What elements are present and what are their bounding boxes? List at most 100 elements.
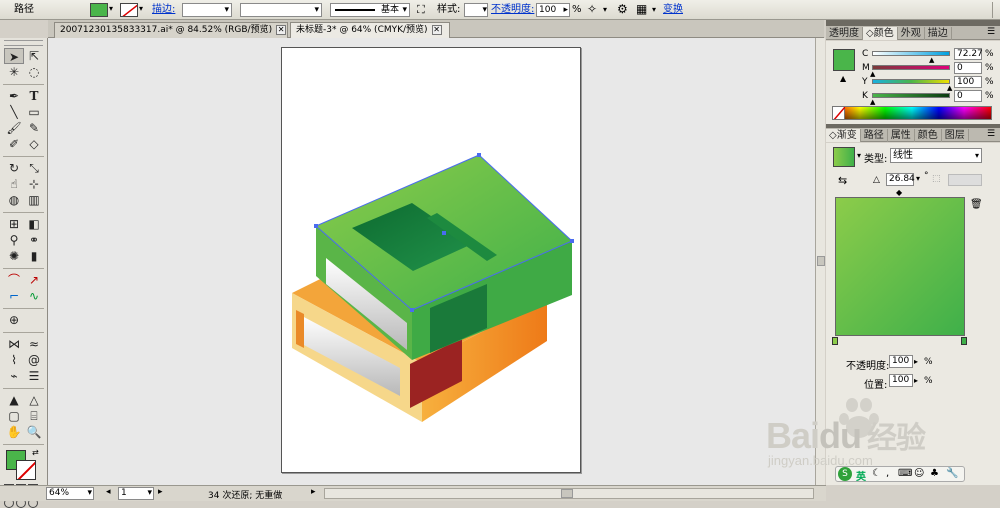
free-transform-icon[interactable]: ⊹ (24, 176, 44, 192)
tab-transparency[interactable]: 透明度 (826, 27, 863, 40)
rectangle-icon[interactable]: ▭ (24, 104, 44, 120)
curve-tool-icon[interactable]: ↗ (24, 272, 44, 288)
fill-swatch[interactable] (90, 3, 108, 17)
zoom-select[interactable]: 64% ▾ (46, 487, 94, 500)
stroke-dropdown-icon[interactable]: ▾ (139, 4, 143, 13)
direct-select-icon[interactable]: ⇱ (24, 48, 44, 64)
stop-location-dropdown-icon[interactable]: ▸ (914, 376, 918, 385)
magenta-slider[interactable]: ▲ (870, 65, 950, 78)
live-paint-icon[interactable]: ▲ (4, 392, 24, 408)
tab-gradient[interactable]: ◇渐变 (826, 129, 861, 142)
line-icon[interactable]: ╲ (4, 104, 24, 120)
none-swatch[interactable] (833, 107, 845, 119)
gradient-stop-start[interactable] (832, 337, 838, 345)
tab-color-2[interactable]: 颜色 (915, 129, 942, 142)
recolor-artwork-icon[interactable]: ✧ (587, 2, 597, 16)
style-select[interactable]: ▾ (464, 3, 488, 17)
warp-icon[interactable]: ☝ (4, 176, 24, 192)
toolbox-grip[interactable] (4, 40, 43, 46)
blob-brush-icon[interactable]: ✐ (4, 136, 24, 152)
rotate-icon[interactable]: ↻ (4, 160, 24, 176)
angle-dropdown-icon[interactable]: ▾ (916, 174, 920, 183)
graph-line-icon[interactable]: ⌁ (4, 368, 24, 384)
swap-colors-icon[interactable]: ⇄ (32, 448, 39, 457)
lasso-icon[interactable]: ◌ (24, 64, 44, 80)
symbol-sprayer-icon[interactable]: ✺ (4, 248, 24, 264)
reverse-gradient-icon[interactable]: ⇆ (838, 174, 847, 187)
align-grid-icon[interactable]: ▦ (636, 2, 647, 16)
scrollbar-thumb[interactable] (817, 256, 825, 266)
scale-icon[interactable]: ⤡ (24, 160, 44, 176)
stop-location-input[interactable]: 100 (889, 374, 913, 387)
align-stroke-icon[interactable]: ⛶ (417, 3, 425, 17)
gradient-dropdown-icon[interactable]: ▾ (857, 151, 861, 160)
ime-logo-icon[interactable]: S (838, 467, 852, 481)
scrollbar-thumb[interactable] (561, 489, 573, 498)
skin-icon[interactable]: ♣ (930, 468, 939, 479)
opacity-label-link[interactable]: 不透明度: (491, 4, 534, 16)
recolor-dropdown-icon[interactable]: ▾ (603, 5, 607, 14)
moon-icon[interactable]: ☾ (872, 468, 881, 479)
stacked-books-artwork[interactable] (282, 48, 582, 474)
wave-icon[interactable]: ≈ (24, 336, 44, 352)
midpoint-diamond-icon[interactable]: ◆ (896, 188, 902, 197)
zoom-icon[interactable]: 🔍 (24, 424, 44, 440)
close-icon[interactable]: ✕ (431, 25, 442, 35)
spiral-icon[interactable]: @ (24, 352, 44, 368)
tab-document-2[interactable]: 未标题-3* @ 64% (CMYK/预览) ✕ (290, 22, 450, 38)
gradient-type-select[interactable]: 线性 ▾ (890, 148, 982, 163)
wrench-icon[interactable]: 🔧 (946, 468, 958, 479)
gradient-stop-end[interactable] (961, 337, 967, 345)
cyan-input[interactable]: 72.27 (954, 48, 983, 60)
yellow-slider[interactable]: ▲ (872, 79, 952, 92)
align-dropdown-icon[interactable]: ▾ (652, 5, 656, 14)
panel-menu-icon[interactable]: ☰ (987, 129, 995, 139)
trash-icon[interactable]: 🗑 (970, 199, 983, 210)
angle-input[interactable]: 26.84 (886, 173, 915, 186)
tab-pathfinder[interactable]: 路径 (861, 129, 888, 142)
ime-language-label[interactable]: 英 (856, 468, 866, 483)
emoji-icon[interactable]: ☺ (914, 468, 924, 479)
eraser-icon[interactable]: ◇ (24, 136, 44, 152)
stroke-label-link[interactable]: 描边: (152, 4, 175, 16)
gradient-icon[interactable]: ◧ (24, 216, 44, 232)
slice-icon[interactable]: ⌸ (24, 408, 44, 424)
horizontal-scrollbar[interactable] (324, 488, 814, 499)
type-icon[interactable]: T (24, 88, 44, 104)
tab-attributes[interactable]: 属性 (888, 129, 915, 142)
stroke-swatch[interactable] (120, 3, 138, 17)
fill-dropdown-icon[interactable]: ▾ (109, 4, 113, 13)
prev-page-icon[interactable]: ◂ (106, 487, 111, 497)
close-icon[interactable]: ✕ (276, 25, 287, 35)
cyan-slider[interactable]: ▲ (872, 51, 950, 64)
tab-document-1[interactable]: 20071230135833317.ai* @ 84.52% (RGB/预览) ✕ (54, 22, 288, 38)
envelope-icon[interactable]: ⋈ (4, 336, 24, 352)
status-menu-icon[interactable]: ▸ (311, 487, 316, 497)
zigzag-icon[interactable]: ⌇ (4, 352, 24, 368)
opacity-input[interactable]: 100 ▸ (536, 3, 570, 17)
tab-appearance[interactable]: 外观 (898, 27, 925, 40)
tab-stroke[interactable]: 描边 (925, 27, 952, 40)
magic-wand-icon[interactable]: ✳ (4, 64, 24, 80)
stroke-weight-select[interactable]: ▾ (182, 3, 232, 17)
selection-arrow-icon[interactable]: ➤ (4, 48, 24, 64)
variable-width-select[interactable]: ▾ (240, 3, 322, 17)
stroke-color-box[interactable] (16, 460, 36, 480)
pen-icon[interactable]: ✒ (4, 88, 24, 104)
brush-definition-select[interactable]: 基本 ▾ (330, 3, 410, 17)
perspective-icon[interactable]: ▥ (24, 192, 44, 208)
mesh-icon[interactable]: ⊞ (4, 216, 24, 232)
stop-opacity-input[interactable]: 100 (889, 355, 913, 368)
artboard-icon[interactable]: ▢ (4, 408, 24, 424)
shape-builder-icon[interactable]: ◍ (4, 192, 24, 208)
vertical-scrollbar[interactable] (815, 38, 825, 485)
artboard[interactable] (281, 47, 581, 473)
live-paint-select-icon[interactable]: △ (24, 392, 44, 408)
page-select[interactable]: 1 ▾ (118, 487, 154, 500)
pencil-icon[interactable]: ✎ (24, 120, 44, 136)
paintbrush-icon[interactable]: 🖌 (4, 120, 24, 136)
hand-icon[interactable]: ✋ (4, 424, 24, 440)
anchor-convert-icon[interactable]: ⌒ (4, 272, 24, 288)
target-icon[interactable]: ⊕ (4, 312, 24, 328)
blend-icon[interactable]: ⚭ (24, 232, 44, 248)
